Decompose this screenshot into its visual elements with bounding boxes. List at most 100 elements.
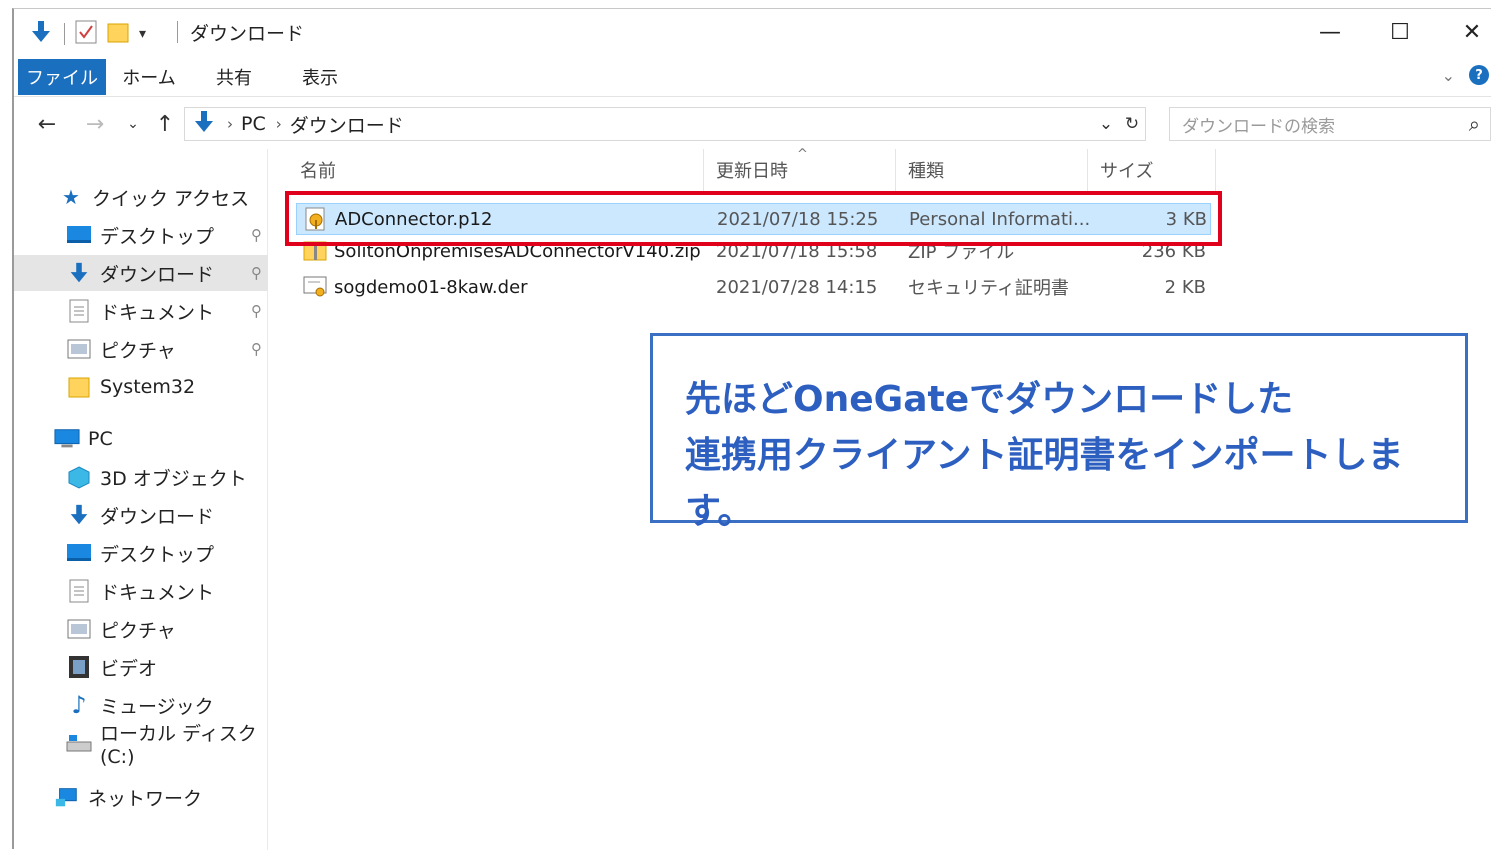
ribbon-right-controls: ⌄ ? bbox=[1442, 65, 1489, 85]
callout-line-1: 先ほどOneGateでダウンロードした bbox=[685, 379, 1294, 420]
pin-icon[interactable]: ⚲ bbox=[251, 264, 262, 282]
sidebar-item-label: ドキュメント bbox=[100, 301, 215, 324]
title-divider bbox=[177, 21, 178, 43]
quick-access-toolbar: ▾ bbox=[28, 19, 146, 49]
up-arrow-icon: ↑ bbox=[155, 111, 175, 137]
sidebar-network[interactable]: ネットワーク bbox=[14, 779, 268, 815]
sidebar-pc[interactable]: PC bbox=[14, 421, 268, 457]
column-header-name[interactable]: 名前 bbox=[292, 149, 704, 191]
sidebar-item-videos[interactable]: ビデオ bbox=[14, 649, 268, 685]
document-icon bbox=[66, 578, 92, 604]
pin-icon[interactable]: ⚲ bbox=[251, 226, 262, 244]
explorer-window: ▾ ダウンロード — ☐ ✕ ファイル ホーム 共有 表示 ⌄ ? ← → ⌄ … bbox=[12, 8, 1491, 850]
minimize-button[interactable]: — bbox=[1310, 17, 1350, 47]
tab-share[interactable]: 共有 bbox=[208, 59, 260, 95]
sidebar-item-label: ピクチャ bbox=[100, 619, 176, 642]
pin-icon[interactable]: ⚲ bbox=[251, 302, 262, 320]
window-title: ダウンロード bbox=[190, 23, 305, 45]
address-dropdown-icon[interactable]: ⌄ bbox=[1093, 114, 1119, 134]
refresh-icon[interactable]: ↻ bbox=[1119, 114, 1145, 134]
sidebar-item-3d-objects[interactable]: 3D オブジェクト bbox=[14, 459, 268, 495]
ribbon-tabs: ファイル ホーム 共有 表示 ⌄ ? bbox=[14, 59, 1491, 97]
3d-object-icon bbox=[66, 464, 92, 490]
sort-ascending-icon: ^ bbox=[797, 147, 808, 162]
close-button[interactable]: ✕ bbox=[1452, 17, 1491, 47]
download-icon[interactable] bbox=[28, 19, 54, 49]
sidebar-item-pc-pictures[interactable]: ピクチャ bbox=[14, 611, 268, 647]
column-header-type[interactable]: 種類 bbox=[900, 149, 1088, 191]
disk-icon bbox=[66, 730, 92, 756]
download-icon bbox=[191, 109, 217, 139]
download-icon bbox=[66, 502, 92, 528]
callout-line-2: 連携用クライアント証明書をインポートします。 bbox=[685, 435, 1404, 532]
search-placeholder: ダウンロードの検索 bbox=[1182, 116, 1335, 137]
desktop-icon bbox=[66, 540, 92, 566]
sidebar-item-label: ピクチャ bbox=[100, 339, 176, 362]
sidebar-item-label: ネットワーク bbox=[88, 787, 203, 810]
file-size: 2 KB bbox=[1164, 276, 1206, 298]
breadcrumb-pc[interactable]: PC bbox=[241, 113, 266, 135]
address-controls: ⌄ ↻ bbox=[1093, 108, 1145, 140]
download-icon bbox=[66, 260, 92, 286]
navigation-pane: ★ クイック アクセス デスクトップ ⚲ ダウンロード ⚲ ドキュメント ⚲ ピ… bbox=[14, 149, 268, 850]
sidebar-item-pictures[interactable]: ピクチャ ⚲ bbox=[14, 331, 268, 367]
maximize-icon: ☐ bbox=[1390, 19, 1410, 45]
breadcrumb-separator: › bbox=[275, 115, 282, 133]
recent-locations-button[interactable]: ⌄ bbox=[118, 109, 148, 139]
desktop-icon bbox=[66, 222, 92, 248]
sidebar-item-system32[interactable]: System32 bbox=[14, 369, 268, 405]
sidebar-item-label: ダウンロード bbox=[100, 505, 215, 528]
maximize-button[interactable]: ☐ bbox=[1380, 17, 1420, 47]
file-name: sogdemo01-8kaw.der bbox=[334, 276, 528, 298]
navigation-bar: ← → ⌄ ↑ › PC › ダウンロード ⌄ ↻ ダウンロードの検索 ⌕ bbox=[14, 105, 1491, 145]
sidebar-quick-access[interactable]: ★ クイック アクセス bbox=[14, 179, 268, 215]
picture-icon bbox=[66, 336, 92, 362]
video-icon bbox=[66, 654, 92, 680]
pin-icon[interactable]: ⚲ bbox=[251, 340, 262, 358]
minimize-icon: — bbox=[1319, 19, 1341, 45]
column-header-size[interactable]: サイズ bbox=[1092, 149, 1216, 191]
properties-icon[interactable] bbox=[75, 20, 97, 48]
sidebar-item-label: ダウンロード bbox=[100, 263, 215, 286]
chevron-down-icon[interactable]: ▾ bbox=[139, 26, 146, 42]
help-icon[interactable]: ? bbox=[1469, 65, 1489, 85]
sidebar-item-label: デスクトップ bbox=[100, 225, 215, 248]
chevron-down-icon: ⌄ bbox=[127, 116, 139, 132]
tab-file[interactable]: ファイル bbox=[18, 59, 106, 95]
expand-ribbon-icon[interactable]: ⌄ bbox=[1442, 66, 1455, 85]
tab-view[interactable]: 表示 bbox=[294, 59, 346, 95]
music-icon: ♪ bbox=[71, 691, 87, 719]
search-icon[interactable]: ⌕ bbox=[1469, 112, 1480, 136]
sidebar-item-pc-desktop[interactable]: デスクトップ bbox=[14, 535, 268, 571]
forward-button[interactable]: → bbox=[80, 109, 110, 139]
up-button[interactable]: ↑ bbox=[150, 109, 180, 139]
sidebar-item-label: クイック アクセス bbox=[92, 187, 250, 210]
certificate-icon bbox=[302, 274, 328, 300]
sidebar-item-desktop[interactable]: デスクトップ ⚲ bbox=[14, 217, 268, 253]
address-bar[interactable]: › PC › ダウンロード ⌄ ↻ bbox=[184, 107, 1146, 141]
file-row[interactable]: sogdemo01-8kaw.der 2021/07/28 14:15 セキュリ… bbox=[296, 271, 1211, 303]
breadcrumb-downloads[interactable]: ダウンロード bbox=[290, 111, 404, 138]
sidebar-item-label: ビデオ bbox=[100, 657, 158, 680]
file-date: 2021/07/28 14:15 bbox=[716, 276, 878, 298]
highlight-box bbox=[285, 191, 1222, 246]
search-input[interactable]: ダウンロードの検索 ⌕ bbox=[1169, 107, 1491, 141]
star-icon: ★ bbox=[62, 185, 80, 209]
sidebar-item-label: ローカル ディスク (C:) bbox=[100, 722, 257, 768]
title-bar: ▾ ダウンロード — ☐ ✕ bbox=[14, 9, 1491, 55]
new-folder-icon[interactable] bbox=[107, 20, 129, 48]
network-icon bbox=[54, 784, 80, 810]
folder-icon bbox=[66, 374, 92, 400]
sidebar-item-documents[interactable]: ドキュメント ⚲ bbox=[14, 293, 268, 329]
sidebar-item-label: ドキュメント bbox=[100, 581, 215, 604]
sidebar-item-pc-downloads[interactable]: ダウンロード bbox=[14, 497, 268, 533]
sidebar-item-downloads[interactable]: ダウンロード ⚲ bbox=[14, 255, 268, 291]
tab-home[interactable]: ホーム bbox=[118, 59, 180, 95]
back-button[interactable]: ← bbox=[32, 109, 62, 139]
sidebar-item-pc-documents[interactable]: ドキュメント bbox=[14, 573, 268, 609]
back-arrow-icon: ← bbox=[37, 111, 57, 137]
sidebar-item-label: ミュージック bbox=[100, 695, 214, 718]
sidebar-item-local-disk[interactable]: ローカル ディスク (C:) bbox=[14, 723, 268, 768]
pc-icon bbox=[54, 426, 80, 452]
file-type: セキュリティ証明書 bbox=[908, 278, 1069, 299]
